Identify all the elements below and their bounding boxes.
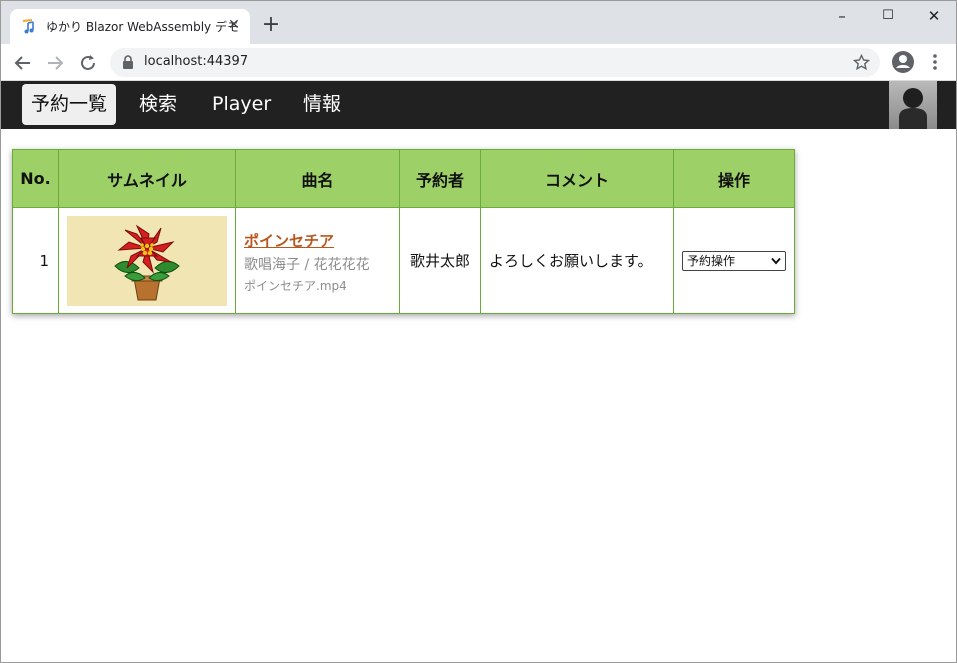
song-file: ポインセチア.mp4: [244, 278, 347, 293]
music-note-icon: [22, 19, 34, 34]
menu-dots-icon[interactable]: [925, 52, 945, 72]
reservation-table: No. サムネイル 曲名 予約者 コメント 操作 1 ポインセチア 歌唱海子 /…: [12, 149, 795, 314]
window-close-button[interactable]: ✕: [923, 5, 945, 27]
nav-item-info[interactable]: 情報: [294, 84, 350, 125]
song-artist: 歌唱海子 / 花花花花: [244, 256, 370, 273]
poinsettia-thumbnail[interactable]: [67, 215, 227, 306]
star-icon[interactable]: [853, 54, 870, 71]
browser-tab[interactable]: ゆかり Blazor WebAssembly デモ ✕: [10, 9, 250, 44]
nav-item-search[interactable]: 検索: [130, 84, 186, 125]
song-cell: ポインセチア 歌唱海子 / 花花花花 ポインセチア.mp4: [235, 207, 400, 314]
row-number: 1: [12, 207, 59, 314]
user-avatar-icon: [899, 88, 927, 129]
browser-window: ゆかり Blazor WebAssembly デモ ✕ + – ☐ ✕ loca…: [0, 0, 957, 663]
nav-item-player[interactable]: Player: [203, 84, 280, 125]
tab-strip: ゆかり Blazor WebAssembly デモ ✕ + – ☐ ✕: [1, 1, 956, 44]
profile-icon[interactable]: [891, 50, 915, 74]
app-navbar: 予約一覧 検索 Player 情報: [1, 81, 956, 129]
new-tab-button[interactable]: +: [261, 14, 281, 36]
header-no: No.: [12, 149, 59, 208]
address-bar[interactable]: localhost:44397: [110, 48, 880, 77]
user-cell: 歌井太郎: [399, 207, 481, 314]
maximize-button[interactable]: ☐: [877, 5, 899, 27]
nav-item-reservations[interactable]: 予約一覧: [22, 84, 117, 125]
browser-toolbar: localhost:44397: [1, 44, 956, 81]
header-user: 予約者: [399, 149, 481, 208]
header-song: 曲名: [235, 149, 400, 208]
operation-select[interactable]: 予約操作: [682, 250, 786, 271]
forward-arrow-icon[interactable]: [44, 52, 66, 74]
song-title-link[interactable]: ポインセチア: [244, 230, 399, 251]
operation-cell: 予約操作: [673, 207, 795, 314]
lock-icon: [123, 55, 133, 69]
reload-icon[interactable]: [77, 52, 99, 74]
comment-cell: よろしくお願いします。: [480, 207, 674, 314]
table-header-row: No. サムネイル 曲名 予約者 コメント 操作: [12, 149, 795, 208]
header-operation: 操作: [673, 149, 795, 208]
operation-select-value: 予約操作: [687, 253, 736, 268]
header-thumbnail: サムネイル: [58, 149, 236, 208]
tab-title: ゆかり Blazor WebAssembly デモ: [46, 20, 239, 34]
table-row: 1 ポインセチア 歌唱海子 / 花花花花 ポインセチア.mp4 歌井太郎 よろし…: [12, 207, 795, 314]
url-text: localhost:44397: [144, 54, 249, 69]
thumbnail-cell: [58, 207, 236, 314]
minimize-button[interactable]: –: [831, 5, 853, 27]
user-avatar[interactable]: [889, 81, 937, 129]
tab-close-icon[interactable]: ✕: [226, 17, 242, 33]
chevron-down-icon: [771, 257, 781, 265]
header-comment: コメント: [480, 149, 674, 208]
back-arrow-icon[interactable]: [12, 52, 34, 74]
